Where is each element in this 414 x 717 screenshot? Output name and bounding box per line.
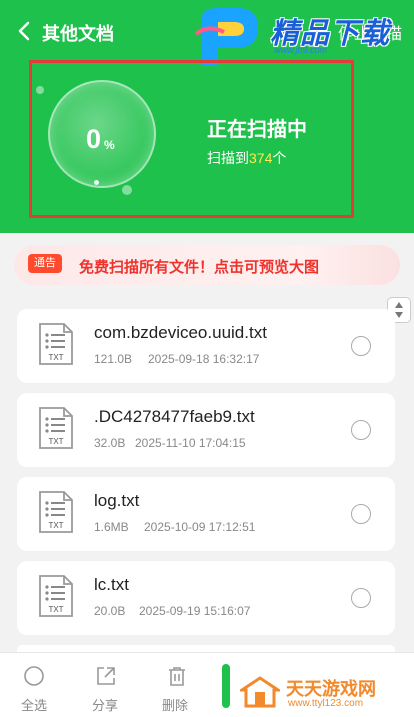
select-all-circle-icon[interactable] (23, 665, 45, 687)
delete-button[interactable]: 删除 (162, 695, 188, 714)
watermark-logo-icon (194, 8, 258, 66)
promo-text[interactable]: 免费扫描所有文件！点击可预览大图 (79, 256, 319, 277)
txt-file-icon: TXT (39, 575, 73, 617)
file-name: com.bzdeviceo.uuid.txt (94, 323, 267, 342)
file-type-label: TXT (48, 437, 63, 446)
scan-count-text: 扫描到374个 (207, 150, 287, 166)
bubble-decoration (122, 185, 132, 195)
watermark-url: www.jb9.com (274, 45, 328, 55)
file-select-radio[interactable] (351, 504, 371, 524)
file-card[interactable]: TXT .DC4278477faeb9.txt 32.0B 2025-11-10 17… (17, 393, 395, 467)
file-name: lc.txt (94, 575, 129, 594)
file-name: .DC4278477faeb9.txt (94, 407, 255, 426)
txt-file-icon: TXT (39, 323, 73, 365)
scan-progress-value: 0 (86, 124, 102, 154)
watermark2-logo-icon (240, 676, 280, 708)
bubble-decoration (94, 180, 99, 185)
file-select-radio[interactable] (351, 336, 371, 356)
share-button[interactable]: 分享 (92, 695, 118, 714)
file-date: 2025-11-10 17:04:15 (135, 436, 246, 450)
scan-count-number: 374 (249, 150, 273, 166)
file-size: 32.0B (94, 436, 126, 450)
trash-icon[interactable] (166, 665, 188, 687)
ad-badge: 通告 (28, 254, 62, 273)
select-all-button[interactable]: 全选 (21, 695, 47, 714)
action-tab-edge[interactable] (222, 664, 230, 708)
txt-file-icon: TXT (39, 407, 73, 449)
scan-status-text: 正在扫描中 (207, 119, 307, 141)
file-size: 121.0B (94, 352, 133, 366)
file-type-label: TXT (48, 521, 63, 530)
file-size: 1.6MB (94, 520, 129, 534)
progress-circle (48, 80, 156, 188)
file-select-radio[interactable] (351, 588, 371, 608)
watermark2-url: www.ttyl123.com (288, 698, 364, 709)
bubble-decoration (36, 86, 44, 94)
file-card[interactable]: TXT lc.txt 20.0B 2025-09-19 15:16:07 (17, 561, 395, 635)
txt-file-icon: TXT (39, 491, 73, 533)
page-title: 其他文档 (42, 24, 114, 44)
file-name: log.txt (94, 491, 140, 510)
file-size: 20.0B (94, 604, 126, 618)
file-date: 2025-09-18 16:32:17 (148, 352, 260, 366)
file-select-radio[interactable] (351, 420, 371, 440)
file-date: 2025-09-19 15:16:07 (139, 604, 251, 618)
back-arrow-icon[interactable] (14, 18, 38, 44)
share-icon[interactable] (95, 665, 117, 687)
scan-progress-unit: % (104, 138, 115, 152)
file-type-label: TXT (48, 353, 63, 362)
file-type-label: TXT (48, 605, 63, 614)
file-date: 2025-10-09 17:12:51 (144, 520, 256, 534)
file-card[interactable]: TXT com.bzdeviceo.uuid.txt 121.0B 2025-09-1… (17, 309, 395, 383)
file-card[interactable]: TXT log.txt 1.6MB 2025-10-09 17:12:51 (17, 477, 395, 551)
